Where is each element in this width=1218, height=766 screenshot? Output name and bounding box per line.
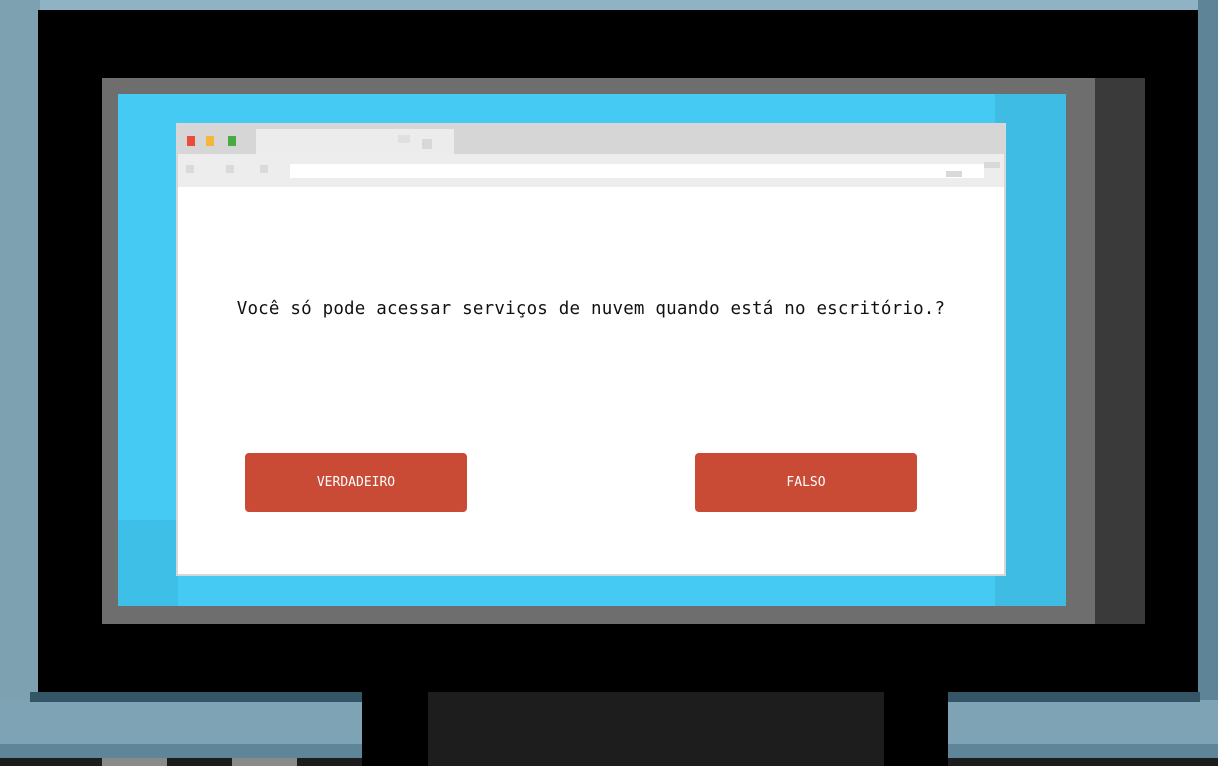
forward-icon[interactable]	[226, 165, 234, 173]
window-close-icon[interactable]	[187, 136, 195, 146]
browser-window: Você só pode acessar serviços de nuvem q…	[176, 123, 1006, 576]
screen-shade	[118, 520, 178, 606]
reload-icon[interactable]	[260, 165, 268, 173]
bookmark-icon[interactable]	[946, 171, 962, 177]
floor-tile	[102, 758, 167, 766]
monitor-frame-side	[1095, 78, 1145, 624]
address-bar[interactable]	[290, 164, 984, 178]
browser-titlebar	[178, 125, 1004, 154]
tab-detail	[398, 135, 410, 143]
menu-icon[interactable]	[984, 162, 1000, 168]
browser-toolbar	[178, 154, 1004, 187]
wall-left	[0, 0, 40, 700]
monitor-stand-neck	[428, 692, 884, 766]
false-button[interactable]: FALSO	[695, 453, 917, 512]
window-maximize-icon[interactable]	[228, 136, 236, 146]
wall-right	[1198, 0, 1218, 700]
window-minimize-icon[interactable]	[206, 136, 214, 146]
quiz-question: Você só pode acessar serviços de nuvem q…	[236, 299, 946, 319]
tab-detail	[422, 139, 432, 149]
back-icon[interactable]	[186, 165, 194, 173]
true-button[interactable]: VERDADEIRO	[245, 453, 467, 512]
floor-tile	[232, 758, 297, 766]
